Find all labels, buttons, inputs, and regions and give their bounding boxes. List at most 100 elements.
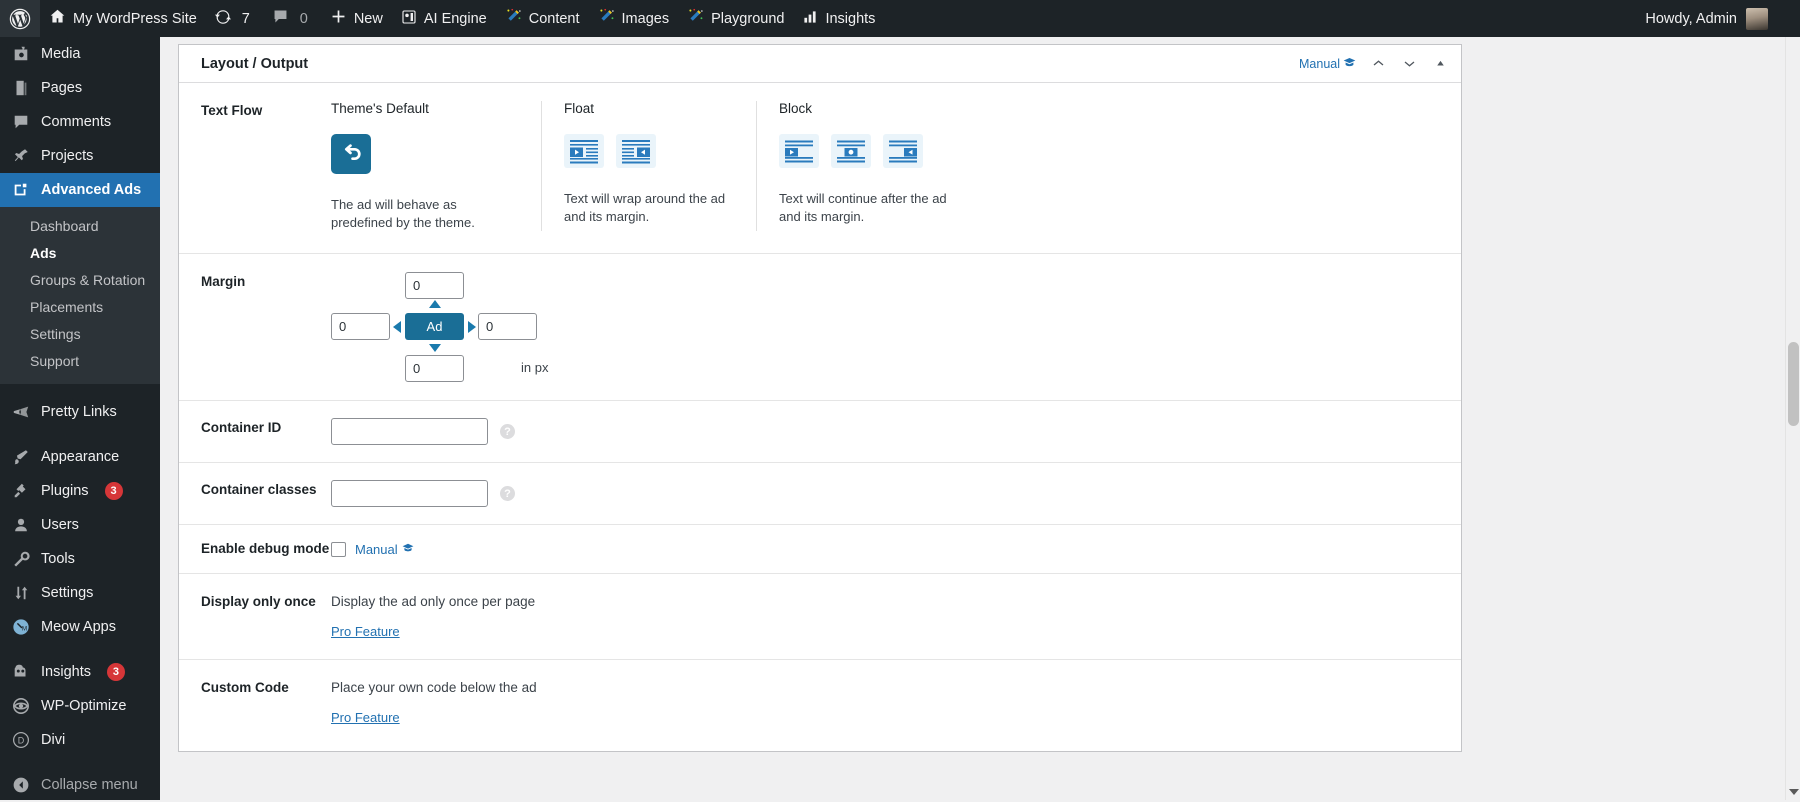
users-icon	[11, 515, 31, 535]
graduation-cap-icon	[402, 542, 414, 557]
page-scrollbar[interactable]	[1785, 37, 1800, 800]
pretty-links-icon	[11, 402, 31, 422]
content-button[interactable]: Content	[496, 0, 589, 37]
ad-preview-box[interactable]: Ad	[405, 313, 464, 340]
move-up-button[interactable]	[1369, 55, 1387, 73]
appearance-brush-icon	[11, 447, 31, 467]
comments-button[interactable]: 0	[263, 0, 321, 37]
site-name-button[interactable]: My WordPress Site	[40, 0, 206, 37]
advanced-ads-submenu: Dashboard Ads Groups & Rotation Placemen…	[0, 207, 160, 384]
text-flow-row: Text Flow Theme's Default The ad will be…	[179, 83, 1461, 254]
playground-label: Playground	[711, 11, 784, 27]
move-down-button[interactable]	[1400, 55, 1418, 73]
margin-row: Margin Ad in px	[179, 254, 1461, 401]
container-classes-label: Container classes	[179, 480, 331, 507]
block-right-icon[interactable]	[883, 134, 923, 168]
sidebar-item-settings[interactable]: Settings	[0, 576, 160, 610]
sidebar-item-label: Advanced Ads	[41, 182, 141, 198]
svg-text:M: M	[22, 626, 27, 633]
magic-wand-icon	[598, 8, 615, 29]
debug-manual-link[interactable]: Manual	[355, 542, 414, 557]
sidebar-item-label: Appearance	[41, 449, 119, 465]
submenu-item-dashboard[interactable]: Dashboard	[0, 213, 160, 240]
submenu-item-ads[interactable]: Ads	[0, 240, 160, 267]
sidebar-item-advanced-ads[interactable]: Advanced Ads	[0, 173, 160, 207]
sidebar-item-appearance[interactable]: Appearance	[0, 440, 160, 474]
debug-mode-checkbox[interactable]	[331, 542, 346, 557]
block-center-icon[interactable]	[831, 134, 871, 168]
margin-control: Ad in px	[331, 272, 671, 382]
display-only-once-body: Display the ad only once per page Pro Fe…	[331, 592, 1461, 641]
text-flow-option-block: Block	[756, 101, 971, 231]
collapse-arrow-icon	[11, 775, 31, 795]
images-label: Images	[622, 11, 670, 27]
magic-wand-icon	[687, 8, 704, 29]
plugins-update-badge: 3	[105, 482, 123, 500]
sidebar-item-comments[interactable]: Comments	[0, 105, 160, 139]
sidebar-item-projects[interactable]: Projects	[0, 139, 160, 173]
collapse-menu-button[interactable]: Collapse menu	[0, 768, 160, 802]
panel-header: Layout / Output Manual	[179, 45, 1461, 83]
sidebar-item-divi[interactable]: D Divi	[0, 723, 160, 757]
question-mark-icon[interactable]: ?	[500, 424, 515, 439]
float-right-icon[interactable]	[616, 134, 656, 168]
submenu-item-groups-rotation[interactable]: Groups & Rotation	[0, 267, 160, 294]
sidebar-item-pages[interactable]: Pages	[0, 71, 160, 105]
submenu-item-support[interactable]: Support	[0, 348, 160, 375]
debug-mode-body: Manual	[331, 539, 1461, 559]
updates-button[interactable]: 7	[206, 0, 263, 37]
sidebar-item-label: Comments	[41, 114, 111, 130]
sidebar-item-media[interactable]: Media	[0, 37, 160, 71]
collapse-menu-label: Collapse menu	[41, 777, 138, 793]
submenu-item-placements[interactable]: Placements	[0, 294, 160, 321]
sidebar-item-pretty-links[interactable]: Pretty Links	[0, 395, 160, 429]
settings-sliders-icon	[11, 583, 31, 603]
sidebar-item-label: Settings	[41, 585, 93, 601]
new-content-button[interactable]: New	[321, 0, 392, 37]
sidebar-item-users[interactable]: Users	[0, 508, 160, 542]
menu-separator	[0, 384, 160, 395]
float-left-icon[interactable]	[564, 134, 604, 168]
panel-header-actions: Manual	[1299, 55, 1449, 73]
manual-link[interactable]: Manual	[1299, 56, 1356, 72]
container-id-input[interactable]	[331, 418, 488, 445]
margin-left-input[interactable]	[331, 313, 390, 340]
images-button[interactable]: Images	[589, 0, 679, 37]
sidebar-item-insights[interactable]: Insights 3	[0, 655, 160, 689]
howdy-account-button[interactable]: Howdy, Admin	[1635, 0, 1778, 37]
bar-chart-icon	[802, 9, 818, 29]
text-flow-option-float: Float	[541, 101, 756, 231]
scrollbar-thumb[interactable]	[1788, 342, 1799, 426]
question-mark-icon[interactable]: ?	[500, 486, 515, 501]
playground-button[interactable]: Playground	[678, 0, 793, 37]
undo-arrow-icon[interactable]	[331, 134, 371, 174]
sidebar-item-tools[interactable]: Tools	[0, 542, 160, 576]
text-flow-label: Text Flow	[179, 101, 331, 231]
custom-code-body: Place your own code below the ad Pro Fea…	[331, 678, 1461, 727]
wordpress-logo-button[interactable]	[0, 0, 40, 37]
scroll-down-arrow-icon[interactable]	[1789, 789, 1799, 795]
display-only-once-pro-link[interactable]: Pro Feature	[331, 624, 400, 639]
block-left-icon[interactable]	[779, 134, 819, 168]
submenu-item-settings[interactable]: Settings	[0, 321, 160, 348]
plugins-plug-icon	[11, 481, 31, 501]
ai-engine-button[interactable]: AI Engine	[392, 0, 496, 37]
container-classes-input[interactable]	[331, 480, 488, 507]
sidebar-item-meow-apps[interactable]: M Meow Apps	[0, 610, 160, 644]
debug-mode-row: Enable debug mode Manual	[179, 525, 1461, 574]
layout-output-panel: Layout / Output Manual	[178, 44, 1462, 752]
margin-up-arrow-icon	[429, 300, 441, 308]
howdy-label: Howdy, Admin	[1645, 11, 1737, 27]
comment-bubble-icon	[272, 8, 289, 29]
sidebar-item-label: Divi	[41, 732, 65, 748]
sidebar-item-plugins[interactable]: Plugins 3	[0, 474, 160, 508]
toggle-panel-button[interactable]	[1431, 55, 1449, 73]
option-heading: Theme's Default	[331, 101, 519, 116]
insights-button[interactable]: Insights	[793, 0, 884, 37]
custom-code-pro-link[interactable]: Pro Feature	[331, 710, 400, 725]
margin-top-input[interactable]	[405, 272, 464, 299]
pages-icon	[11, 78, 31, 98]
sidebar-item-wp-optimize[interactable]: WP-Optimize	[0, 689, 160, 723]
margin-right-input[interactable]	[478, 313, 537, 340]
margin-bottom-input[interactable]	[405, 355, 464, 382]
